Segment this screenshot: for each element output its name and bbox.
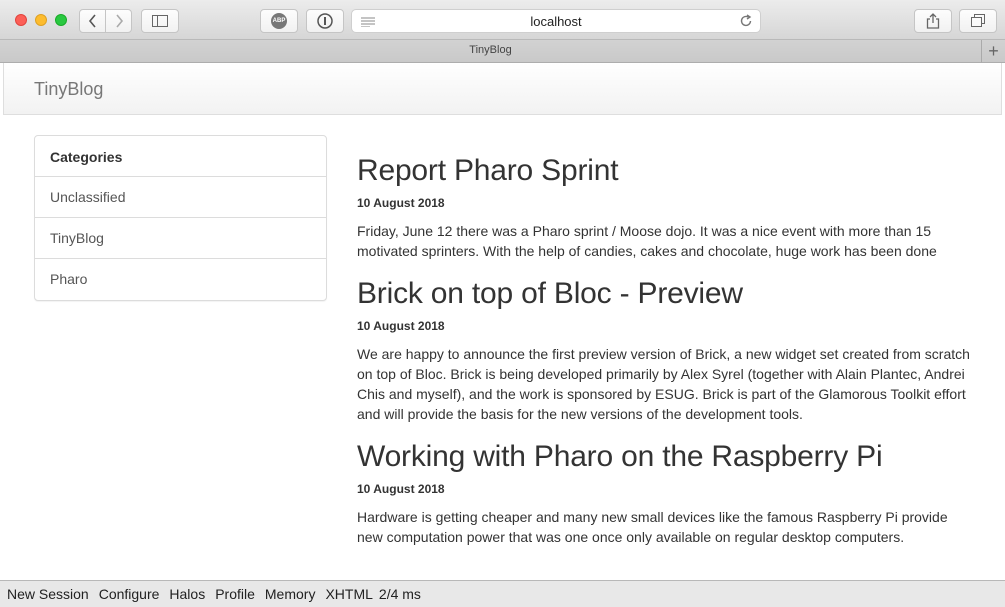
post-date: 10 August 2018 bbox=[357, 319, 445, 333]
show-tabs-button[interactable] bbox=[959, 9, 997, 33]
post-list: Report Pharo Sprint 10 August 2018 Frida… bbox=[357, 152, 977, 547]
post-body: Hardware is getting cheaper and many new… bbox=[357, 509, 948, 545]
share-icon bbox=[926, 13, 940, 29]
category-pharo[interactable]: Pharo bbox=[35, 259, 326, 300]
post-body: We are happy to announce the first previ… bbox=[357, 346, 970, 422]
category-unclassified[interactable]: Unclassified bbox=[35, 177, 326, 218]
halos-link[interactable]: Halos bbox=[169, 586, 205, 602]
post-date: 10 August 2018 bbox=[357, 482, 445, 496]
back-button[interactable] bbox=[79, 9, 106, 33]
tabs-overview-icon bbox=[971, 14, 985, 27]
brand-link[interactable]: TinyBlog bbox=[34, 79, 103, 100]
profile-link[interactable]: Profile bbox=[215, 586, 255, 602]
categories-panel: Categories Unclassified TinyBlog Pharo bbox=[34, 135, 327, 301]
sidebar-icon bbox=[152, 15, 168, 27]
xhtml-link[interactable]: XHTML bbox=[325, 586, 372, 602]
post-item: Working with Pharo on the Raspberry Pi 1… bbox=[357, 438, 977, 547]
browser-toolbar: ABP localhost bbox=[0, 0, 1005, 40]
post-body: Friday, June 12 there was a Pharo sprint… bbox=[357, 223, 937, 259]
post-item: Brick on top of Bloc - Preview 10 August… bbox=[357, 275, 977, 424]
address-text: localhost bbox=[530, 13, 582, 29]
new-session-link[interactable]: New Session bbox=[7, 586, 89, 602]
share-button[interactable] bbox=[914, 9, 952, 33]
tab-strip: TinyBlog + bbox=[0, 40, 1005, 63]
categories-heading: Categories bbox=[35, 136, 326, 177]
post-title[interactable]: Report Pharo Sprint bbox=[357, 152, 977, 190]
address-bar[interactable]: localhost bbox=[351, 9, 761, 33]
chevron-left-icon bbox=[88, 14, 96, 28]
tab-tinyblog[interactable]: TinyBlog bbox=[0, 44, 981, 56]
adblock-icon: ABP bbox=[271, 13, 287, 29]
category-tinyblog[interactable]: TinyBlog bbox=[35, 218, 326, 259]
post-date: 10 August 2018 bbox=[357, 196, 445, 210]
chevron-right-icon bbox=[115, 14, 123, 28]
close-window-button[interactable] bbox=[15, 14, 27, 26]
info-circle-icon bbox=[317, 13, 333, 29]
reader-lines-icon[interactable] bbox=[361, 17, 375, 27]
forward-button[interactable] bbox=[105, 9, 132, 33]
password-button[interactable] bbox=[306, 9, 344, 33]
post-title[interactable]: Brick on top of Bloc - Preview bbox=[357, 275, 977, 313]
sidebar-toggle-button[interactable] bbox=[141, 9, 179, 33]
new-tab-button[interactable]: + bbox=[981, 40, 1005, 63]
dev-toolbar: New Session Configure Halos Profile Memo… bbox=[0, 580, 1005, 607]
post-item: Report Pharo Sprint 10 August 2018 Frida… bbox=[357, 152, 977, 261]
site-navbar: TinyBlog bbox=[3, 63, 1002, 115]
adblock-button[interactable]: ABP bbox=[260, 9, 298, 33]
zoom-window-button[interactable] bbox=[55, 14, 67, 26]
memory-link[interactable]: Memory bbox=[265, 586, 316, 602]
configure-link[interactable]: Configure bbox=[99, 586, 160, 602]
minimize-window-button[interactable] bbox=[35, 14, 47, 26]
reload-icon[interactable] bbox=[739, 14, 753, 28]
post-title[interactable]: Working with Pharo on the Raspberry Pi bbox=[357, 438, 977, 476]
render-timing: 2/4 ms bbox=[378, 586, 421, 602]
